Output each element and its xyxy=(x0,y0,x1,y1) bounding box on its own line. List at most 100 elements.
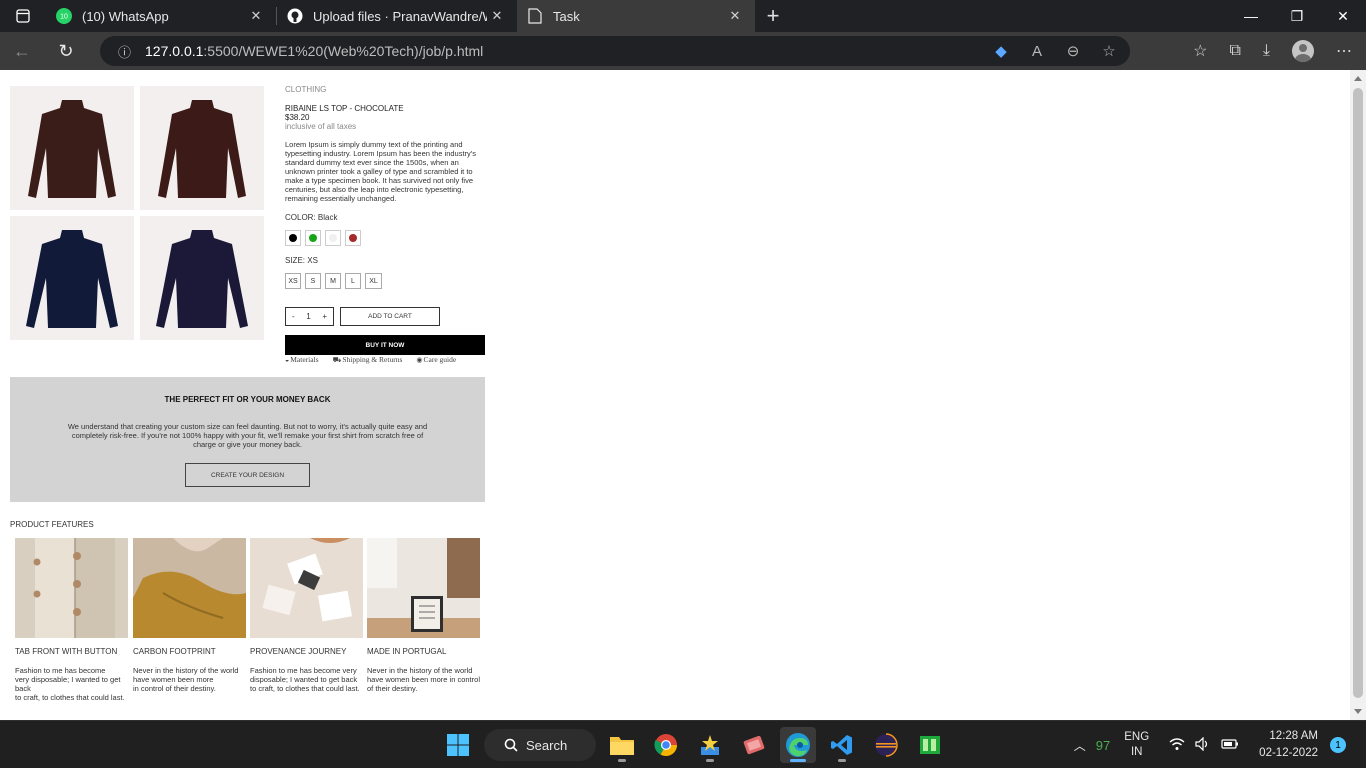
quantity-value[interactable]: 1 xyxy=(306,312,310,321)
buy-now-button[interactable]: BUY IT NOW xyxy=(285,335,485,355)
language-indicator[interactable]: ENG IN xyxy=(1124,730,1149,760)
notification-badge[interactable]: 1 xyxy=(1330,737,1346,753)
size-option-m[interactable]: M xyxy=(325,273,341,289)
scroll-up-icon[interactable] xyxy=(1354,76,1362,81)
system-tray: ︿ 97 ENG IN 12:28 AM 02-12-2022 1 xyxy=(1074,721,1366,769)
banner-title: THE PERFECT FIT OR YOUR MONEY BACK xyxy=(164,395,331,404)
feature-name: PROVENANCE JOURNEY xyxy=(250,647,347,656)
page-viewport: CLOTHING RIBAINE LS TOP - CHOCOLATE $38.… xyxy=(0,70,1366,720)
product-category: CLOTHING xyxy=(285,85,327,94)
document-icon xyxy=(527,8,543,24)
system-icons[interactable] xyxy=(1169,736,1239,754)
quantity-increase-button[interactable]: + xyxy=(322,312,327,321)
eclipse-button[interactable] xyxy=(868,727,904,763)
feature-text: Fashion to me has become very disposable… xyxy=(15,666,125,702)
product-photo-navy-back[interactable] xyxy=(140,216,264,340)
tab-actions-icon xyxy=(16,9,30,23)
care-guide-link[interactable]: ◉Care guide xyxy=(416,355,456,365)
more-menu-icon[interactable]: ⋯ xyxy=(1336,41,1352,61)
search-label: Search xyxy=(526,737,568,753)
edge-button[interactable] xyxy=(780,727,816,763)
new-tab-button[interactable]: + xyxy=(755,0,791,32)
size-options: XS S M L XL xyxy=(285,273,485,289)
tab-whatsapp[interactable]: 10 (10) WhatsApp ✕ xyxy=(46,0,276,32)
app-button-snip[interactable] xyxy=(736,727,772,763)
size-option-xs[interactable]: XS xyxy=(285,273,301,289)
url-text[interactable]: 127.0.0.1:5500/WEWE1%20(Web%20Tech)/job/… xyxy=(145,43,483,59)
chevron-up-icon[interactable]: ︿ xyxy=(1074,737,1086,754)
scroll-thumb[interactable] xyxy=(1353,88,1363,698)
taskbar-apps: Search xyxy=(440,727,948,763)
info-links: ◒Materials ⛟Shipping & Returns ◉Care gui… xyxy=(285,355,485,365)
minimize-icon[interactable]: — xyxy=(1228,0,1274,32)
size-label: SIZE: XS xyxy=(285,256,318,265)
read-aloud-icon[interactable]: A xyxy=(1026,43,1048,60)
materials-link[interactable]: ◒Materials xyxy=(285,355,319,365)
cart-row: - 1 + ADD TO CART xyxy=(285,307,485,326)
vscode-button[interactable] xyxy=(824,727,860,763)
running-indicator xyxy=(838,759,846,762)
collections-icon[interactable]: ⧉ xyxy=(1229,42,1240,60)
page-scrollbar[interactable] xyxy=(1350,70,1366,720)
favorites-icon[interactable]: ☆ xyxy=(1193,41,1207,61)
clock-time: 12:28 AM xyxy=(1269,730,1318,742)
battery-icon xyxy=(1221,737,1239,754)
product-photo-navy-front[interactable] xyxy=(10,216,134,340)
file-explorer-button[interactable] xyxy=(604,727,640,763)
size-option-l[interactable]: L xyxy=(345,273,361,289)
restore-icon[interactable]: ❐ xyxy=(1274,0,1320,32)
color-swatch-black[interactable] xyxy=(285,230,301,246)
color-dot xyxy=(329,234,337,242)
chrome-button[interactable] xyxy=(648,727,684,763)
quantity-decrease-button[interactable]: - xyxy=(292,312,295,321)
price-tag-icon[interactable]: ◆ xyxy=(990,42,1012,60)
scroll-down-icon[interactable] xyxy=(1354,709,1362,714)
address-bar[interactable]: ⓘ 127.0.0.1:5500/WEWE1%20(Web%20Tech)/jo… xyxy=(100,36,1130,66)
refresh-button[interactable]: ↻ xyxy=(44,32,88,70)
product-photo-chocolate-back[interactable] xyxy=(140,86,264,210)
tab-github[interactable]: Upload files · PranavWandre/Web ✕ xyxy=(277,0,517,32)
close-icon[interactable]: ✕ xyxy=(725,8,745,24)
tab-actions-button[interactable] xyxy=(0,0,46,32)
tab-task[interactable]: Task ✕ xyxy=(517,0,755,32)
color-swatch-white[interactable] xyxy=(325,230,341,246)
create-design-button[interactable]: CREATE YOUR DESIGN xyxy=(185,463,310,487)
app-button-tools[interactable] xyxy=(692,727,728,763)
back-button[interactable]: ← xyxy=(0,32,44,70)
size-option-xl[interactable]: XL xyxy=(365,273,382,289)
clock[interactable]: 12:28 AM 02-12-2022 xyxy=(1259,728,1318,762)
feature-card: TAB FRONT WITH BUTTON Fashion to me has … xyxy=(15,538,130,702)
start-button[interactable] xyxy=(440,727,476,763)
cpu-indicator[interactable]: 97 xyxy=(1096,738,1110,753)
feature-image-mustard-top xyxy=(133,538,246,638)
vscode-icon xyxy=(831,735,852,755)
tab-title: Upload files · PranavWandre/Web xyxy=(313,8,487,24)
add-to-cart-button[interactable]: ADD TO CART xyxy=(340,307,440,326)
color-dot xyxy=(309,234,317,242)
color-swatch-green[interactable] xyxy=(305,230,321,246)
product-photo-chocolate-front[interactable] xyxy=(10,86,134,210)
feature-name: TAB FRONT WITH BUTTON xyxy=(15,647,118,656)
add-favorite-icon[interactable]: ☆ xyxy=(1098,42,1120,60)
snipping-tool-icon xyxy=(743,735,765,755)
close-window-icon[interactable]: ✕ xyxy=(1320,0,1366,32)
sweater-navy-image xyxy=(156,230,248,328)
color-swatch-brown[interactable] xyxy=(345,230,361,246)
feature-text: Fashion to me has become very disposable… xyxy=(250,666,360,693)
feature-name: MADE IN PORTUGAL xyxy=(367,647,447,656)
close-icon[interactable]: ✕ xyxy=(246,8,266,24)
github-icon xyxy=(287,8,303,24)
size-option-s[interactable]: S xyxy=(305,273,321,289)
downloads-icon[interactable]: ⤓ xyxy=(1263,42,1270,60)
zoom-out-icon[interactable]: ⊖ xyxy=(1062,42,1084,60)
app-button-green[interactable] xyxy=(912,727,948,763)
profile-avatar[interactable] xyxy=(1292,40,1314,62)
windows-taskbar: Search ︿ 97 ENG IN 12:28 AM 02-12-2022 1 xyxy=(0,720,1366,768)
taskbar-search[interactable]: Search xyxy=(484,729,596,761)
eclipse-icon xyxy=(875,733,898,757)
close-icon[interactable]: ✕ xyxy=(487,8,507,24)
running-indicator xyxy=(706,759,714,762)
shipping-returns-link[interactable]: ⛟Shipping & Returns xyxy=(333,355,403,365)
quantity-stepper: - 1 + xyxy=(285,307,334,326)
eye-icon: ◉ xyxy=(416,356,423,364)
